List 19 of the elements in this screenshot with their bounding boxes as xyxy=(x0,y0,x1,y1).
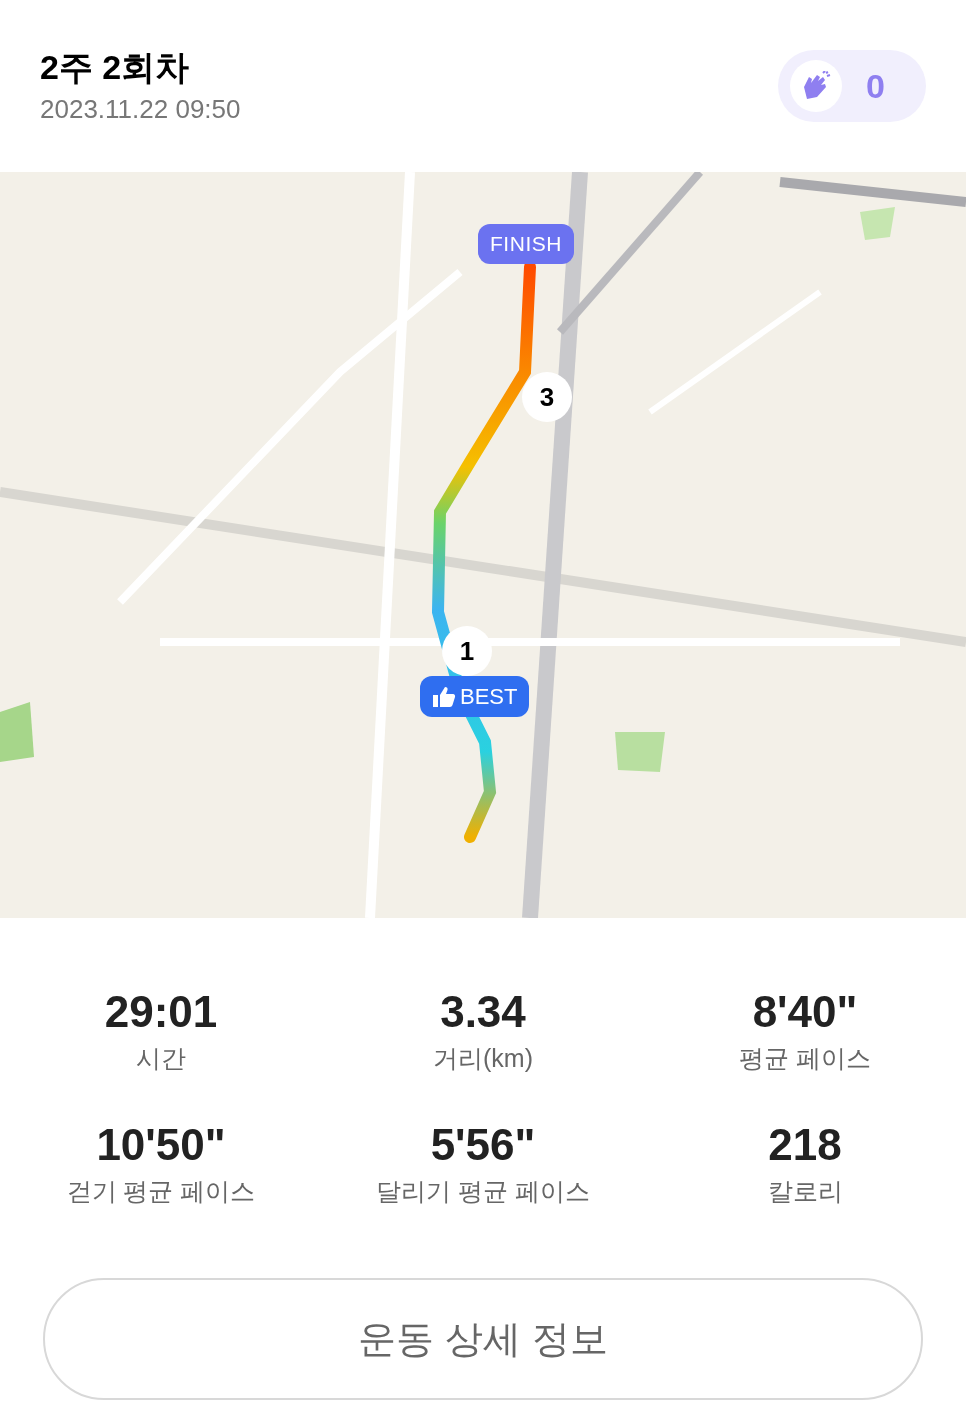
workout-title: 2주 2회차 xyxy=(40,50,191,84)
stat-label: 걷기 평균 페이스 xyxy=(66,1179,256,1204)
stat-value: 8'40" xyxy=(752,990,858,1034)
stat-value: 10'50" xyxy=(96,1123,226,1167)
best-label: BEST xyxy=(460,683,518,711)
stat-value: 218 xyxy=(768,1123,842,1167)
workout-detail-button[interactable]: 운동 상세 정보 xyxy=(43,1278,923,1400)
thumbs-up-icon xyxy=(432,685,456,708)
stat-value: 5'56" xyxy=(430,1123,536,1167)
stat-label: 거리(km) xyxy=(433,1046,533,1071)
stat-label: 시간 xyxy=(136,1046,186,1071)
stat-value: 29:01 xyxy=(104,990,218,1034)
stat-label: 달리기 평균 페이스 xyxy=(376,1179,590,1204)
stat-label: 평균 페이스 xyxy=(739,1046,871,1071)
workout-datetime: 2023.11.22 09:50 xyxy=(40,96,241,122)
stat-value: 3.34 xyxy=(440,990,526,1034)
stat-label: 칼로리 xyxy=(767,1179,843,1204)
clap-icon xyxy=(790,60,842,112)
finish-label: FINISH xyxy=(478,224,574,264)
